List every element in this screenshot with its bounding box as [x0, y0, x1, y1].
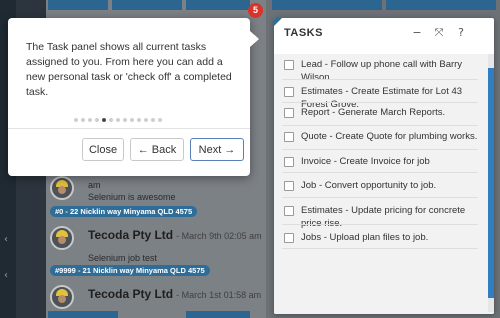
progress-dot	[102, 118, 106, 122]
chevron-left-icon[interactable]: ‹	[4, 270, 8, 281]
task-label: Estimates - Update pricing for concrete …	[301, 205, 466, 229]
progress-dot	[144, 118, 148, 122]
task-checkbox[interactable]	[284, 233, 294, 243]
avatar	[50, 226, 74, 250]
avatar	[50, 176, 74, 200]
divider	[282, 125, 478, 126]
task-checkbox[interactable]	[284, 132, 294, 142]
task-checkbox[interactable]	[284, 87, 294, 97]
progress-dot	[151, 118, 155, 122]
popover-arrow	[250, 31, 259, 47]
task-label: Report - Generate March Reports.	[301, 107, 446, 118]
progress-dot	[116, 118, 120, 122]
top-tile	[112, 0, 182, 10]
panel-title: TASKS	[284, 27, 323, 39]
task-checkbox[interactable]	[284, 157, 294, 167]
next-button[interactable]: Next →	[190, 138, 244, 161]
feed-time: - March 9th 02:05 am	[176, 231, 262, 241]
divider	[282, 149, 478, 150]
divider	[282, 224, 478, 225]
progress-dot	[88, 118, 92, 122]
progress-dot	[81, 118, 85, 122]
divider	[282, 102, 478, 103]
scrollbar[interactable]	[488, 54, 494, 312]
progress-dot	[130, 118, 134, 122]
step-badge: 5	[248, 3, 263, 18]
feed-item[interactable]: Tecoda Pty Ltd - March 9th 02:05 am Selen…	[50, 226, 262, 276]
tour-description: The Task panel shows all current tasks a…	[26, 41, 232, 98]
divider	[282, 248, 478, 249]
top-tile	[386, 0, 496, 10]
progress-dot	[137, 118, 141, 122]
divider	[8, 128, 250, 129]
progress-dot	[95, 118, 99, 122]
feed-text: Selenium job test	[88, 253, 158, 263]
progress-dot	[158, 118, 162, 122]
scrollbar-thumb[interactable]	[488, 68, 494, 298]
job-tag[interactable]: #9999 - 21 Nicklin way Minyama QLD 4575	[50, 265, 210, 276]
feed-item[interactable]: am Selenium is awesome #0 - 22 Nicklin w…	[50, 176, 250, 217]
task-checkbox[interactable]	[284, 206, 294, 216]
feed-text: Selenium is awesome	[88, 192, 176, 202]
avatar	[50, 285, 74, 309]
back-button[interactable]: ← Back	[130, 138, 184, 161]
tour-popover: The Task panel shows all current tasks a…	[8, 18, 259, 176]
job-tag[interactable]: #0 - 22 Nicklin way Minyama QLD 4575	[50, 206, 198, 217]
task-label: Invoice - Create Invoice for job	[301, 156, 430, 167]
expand-icon[interactable]: ⤧	[432, 26, 446, 40]
minimize-icon[interactable]: −	[410, 26, 424, 40]
corner-accent	[274, 18, 282, 26]
task-label: Quote - Create Quote for plumbing works.	[301, 131, 478, 142]
divider	[282, 79, 478, 80]
task-checkbox[interactable]	[284, 60, 294, 70]
chevron-left-icon[interactable]: ‹	[4, 234, 8, 245]
tour-progress-dots	[74, 118, 165, 122]
task-label: Job - Convert opportunity to job.	[301, 180, 437, 191]
top-tile	[186, 0, 250, 10]
task-list: Lead - Follow up phone call with Barry W…	[274, 54, 494, 314]
task-checkbox[interactable]	[284, 181, 294, 191]
progress-dot	[109, 118, 113, 122]
divider	[282, 197, 478, 198]
task-label: Lead - Follow up phone call with Barry W…	[301, 59, 463, 83]
feed-item[interactable]: Tecoda Pty Ltd - March 1st 01:58 am	[50, 285, 261, 315]
feed-author: Tecoda Pty Ltd - March 9th 02:05 am	[88, 228, 262, 242]
help-icon[interactable]: ?	[454, 26, 468, 40]
feed-author: Tecoda Pty Ltd - March 1st 01:58 am	[88, 287, 262, 301]
tasks-panel: TASKS − ⤧ ? Lead - Follow up phone call …	[274, 18, 494, 314]
task-label: Jobs - Upload plan files to job.	[301, 232, 429, 243]
progress-dot	[123, 118, 127, 122]
feed-time: - March 1st 01:58 am	[176, 290, 262, 300]
progress-dot	[74, 118, 78, 122]
task-checkbox[interactable]	[284, 108, 294, 118]
feed-time: am	[88, 180, 101, 190]
top-tile	[272, 0, 382, 10]
divider	[282, 172, 478, 173]
close-button[interactable]: Close	[82, 138, 124, 161]
top-tile	[48, 0, 108, 10]
